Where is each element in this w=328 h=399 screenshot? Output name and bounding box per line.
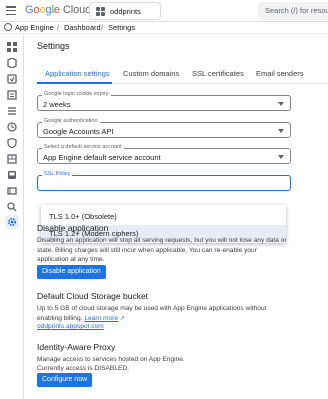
storage-bucket-description: Up to 5 GB of cloud storage may be used … <box>37 305 267 322</box>
breadcrumb: App Engine / Dashboard / Settings <box>0 22 328 34</box>
storage-bucket-title: Default Cloud Storage bucket <box>37 291 149 301</box>
bucket-link[interactable]: oddprints.appspot.com <box>37 323 104 330</box>
side-rail <box>0 35 24 399</box>
bucket-line: oddprints.appspot.com <box>37 322 287 332</box>
breadcrumb-app-engine[interactable]: App Engine <box>15 23 54 32</box>
disable-application-title: Disable application <box>37 223 109 233</box>
breadcrumb-separator: / <box>57 23 60 32</box>
google-auth-select[interactable]: Google authentication Google Accounts AP… <box>37 118 291 138</box>
field-label: SSL Policy <box>42 171 73 177</box>
page-title: Settings <box>37 41 70 51</box>
logo-word: Cloud <box>62 4 92 16</box>
firewall-icon[interactable] <box>5 152 19 166</box>
external-link-icon: ↗ <box>118 315 125 322</box>
project-icon <box>96 6 105 16</box>
tab-application-settings[interactable]: Application settings <box>45 69 110 78</box>
field-value: 2 weeks <box>43 100 71 109</box>
search-input[interactable]: Search (/) for resources <box>258 2 328 20</box>
storage-bucket-text: Up to 5 GB of cloud storage may be used … <box>37 304 287 324</box>
disable-application-text: Disabling an application will stop all s… <box>37 237 287 263</box>
service-account-select[interactable]: Select a default service account App Eng… <box>37 144 291 164</box>
services-icon[interactable] <box>5 56 19 70</box>
dashboard-icon[interactable] <box>5 40 19 54</box>
disable-application-button[interactable]: Disable application <box>37 265 106 279</box>
learn-more-link[interactable]: Learn more <box>84 315 118 322</box>
field-value: Google Accounts API <box>43 127 114 136</box>
security-scans-icon[interactable] <box>5 136 19 150</box>
search-icon[interactable] <box>5 200 19 214</box>
field-label: Google authentication <box>42 118 100 124</box>
logo-letter: e <box>53 4 60 16</box>
main-content: Settings Application settings Custom dom… <box>25 35 328 399</box>
cron-jobs-icon[interactable] <box>5 120 19 134</box>
app-engine-icon <box>4 23 12 31</box>
memcache-icon[interactable] <box>5 184 19 198</box>
top-bar: Google Cloud oddprints Search (/) for re… <box>0 0 328 22</box>
cookie-expiry-select[interactable]: Google login cookie expiry 2 weeks <box>37 91 291 111</box>
tab-ssl-certificates[interactable]: SSL certificates <box>192 69 244 78</box>
menu-icon[interactable] <box>6 6 16 15</box>
chevron-down-icon <box>278 102 284 106</box>
breadcrumb-separator: / <box>101 23 104 32</box>
breadcrumb-dashboard[interactable]: Dashboard <box>64 23 101 32</box>
tab-custom-domains[interactable]: Custom domains <box>123 69 179 78</box>
field-value: App Engine default service account <box>43 153 161 162</box>
option-tls-1-0[interactable]: TLS 1.0+ (Obsolete) <box>41 208 286 224</box>
ssl-policy-select[interactable]: SSL Policy <box>37 171 291 191</box>
configure-now-button[interactable]: Configure now <box>37 373 93 387</box>
task-queues-icon[interactable] <box>5 104 19 118</box>
settings-icon[interactable] <box>5 215 19 229</box>
iap-title: Identity-Aware Proxy <box>37 342 116 352</box>
breadcrumb-settings: Settings <box>108 23 136 32</box>
project-selector[interactable]: oddprints <box>89 2 161 20</box>
field-label: Google login cookie expiry <box>42 91 111 97</box>
settings-tabs: Application settings Custom domains SSL … <box>37 69 328 84</box>
tab-email-senders[interactable]: Email senders <box>256 69 304 78</box>
active-tab-indicator <box>37 82 112 84</box>
quotas-icon[interactable] <box>5 168 19 182</box>
instances-icon[interactable] <box>5 88 19 102</box>
chevron-down-icon <box>278 129 284 133</box>
field-label: Select a default service account <box>42 144 124 150</box>
versions-icon[interactable] <box>5 72 19 86</box>
chevron-down-icon <box>278 155 284 159</box>
project-name: oddprints <box>110 6 141 16</box>
google-cloud-logo[interactable]: Google Cloud <box>25 4 91 16</box>
